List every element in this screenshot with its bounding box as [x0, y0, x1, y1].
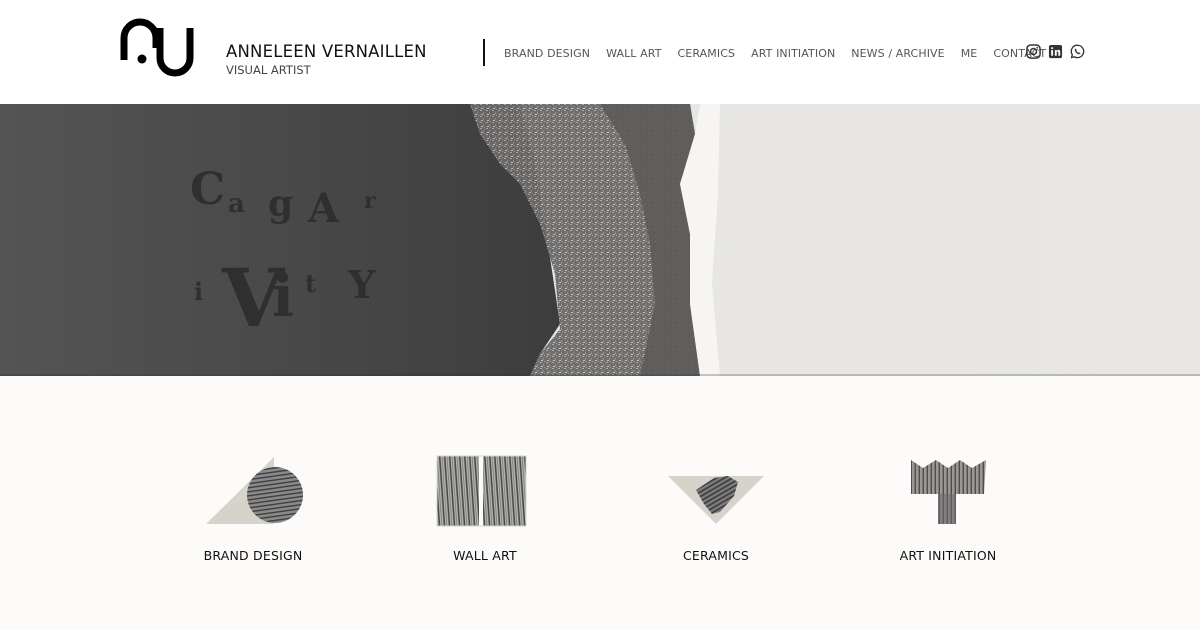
- category-art-initiation[interactable]: ART INITIATION: [848, 452, 1048, 572]
- hero-artwork: C a g A r i V i t Y: [0, 104, 1200, 376]
- main-nav: BRAND DESIGN WALL ART CERAMICS ART INITI…: [504, 44, 1046, 62]
- header-divider: [483, 39, 485, 66]
- social-links: [1026, 44, 1085, 59]
- nav-news-archive[interactable]: NEWS / ARCHIVE: [851, 47, 944, 60]
- brand-block[interactable]: ANNELEEN VERNAILLEN VISUAL ARTIST: [226, 41, 427, 77]
- brand-name: ANNELEEN VERNAILLEN: [226, 42, 427, 61]
- wall-letter: Y: [347, 262, 376, 307]
- category-label: CERAMICS: [682, 548, 750, 563]
- brand-design-icon: [206, 457, 303, 524]
- wall-letter: i: [194, 277, 203, 306]
- wall-letter: a: [228, 189, 245, 219]
- whatsapp-icon[interactable]: [1070, 44, 1085, 59]
- category-label: BRAND DESIGN: [203, 548, 303, 563]
- nav-wall-art[interactable]: WALL ART: [606, 47, 661, 60]
- site-header: ANNELEEN VERNAILLEN VISUAL ARTIST BRAND …: [0, 0, 1200, 104]
- linkedin-icon[interactable]: [1048, 44, 1063, 59]
- category-wall-art[interactable]: WALL ART: [385, 452, 585, 572]
- nav-ceramics[interactable]: CERAMICS: [678, 47, 736, 60]
- instagram-icon[interactable]: [1026, 44, 1041, 59]
- art-initiation-icon: [911, 460, 986, 524]
- category-label: WALL ART: [453, 548, 517, 563]
- wall-letter: C: [190, 164, 225, 215]
- category-ceramics[interactable]: CERAMICS: [616, 452, 816, 572]
- nav-brand-design[interactable]: BRAND DESIGN: [504, 47, 590, 60]
- wall-letter: i: [272, 262, 294, 330]
- wall-letter: t: [305, 269, 316, 298]
- nav-me[interactable]: ME: [961, 47, 978, 60]
- wall-art-icon: [436, 455, 527, 527]
- brand-subtitle: VISUAL ARTIST: [226, 63, 311, 77]
- hero-image: C a g A r i V i t Y: [0, 104, 1200, 376]
- wall-letter: r: [364, 188, 376, 214]
- category-brand-design[interactable]: BRAND DESIGN: [153, 452, 353, 572]
- nav-art-initiation[interactable]: ART INITIATION: [751, 47, 835, 60]
- logo-icon[interactable]: [120, 18, 196, 84]
- ceramics-icon: [668, 476, 764, 524]
- wall-letter: g: [268, 183, 293, 225]
- wall-letter: A: [307, 185, 340, 232]
- category-label: ART INITIATION: [899, 548, 997, 563]
